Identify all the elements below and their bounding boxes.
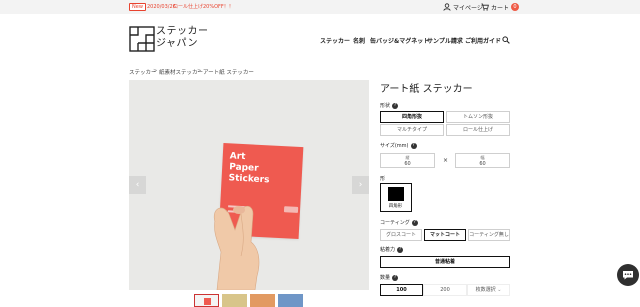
width-input[interactable]: 幅 60 xyxy=(455,153,510,168)
help-icon[interactable]: ? xyxy=(392,274,399,281)
coating-option-gloss[interactable]: グロスコート xyxy=(380,229,422,241)
quantity-option-200[interactable]: 200 xyxy=(423,284,467,296)
nav-item-sample-request[interactable]: サンプル請求 xyxy=(427,36,463,45)
form-option-square[interactable]: 四角形 xyxy=(380,183,412,212)
thumbnail-3[interactable] xyxy=(250,294,275,307)
mypage-label: マイページ xyxy=(453,4,483,12)
logo-line-1: ステッカー xyxy=(156,26,209,37)
help-icon[interactable]: ? xyxy=(397,246,404,253)
breadcrumb-current: アート紙 ステッカー xyxy=(203,70,254,76)
form-label-text: 形 xyxy=(380,176,386,182)
shape-section-label: 形状 ? xyxy=(380,102,399,109)
quantity-select-dropdown[interactable]: 枚数選択 ⌄ xyxy=(467,284,510,296)
chat-bubble-icon xyxy=(623,271,633,280)
breadcrumb-separator: > xyxy=(153,68,158,74)
quantity-option-100[interactable]: 100 xyxy=(380,284,423,296)
size-label-text: サイズ(mm) xyxy=(380,143,409,149)
form-option-caption: 四角形 xyxy=(388,204,403,209)
news-date: 2020/03/26 xyxy=(147,4,176,10)
cart-link[interactable]: カート 0 xyxy=(481,2,520,12)
times-sign: × xyxy=(443,157,449,164)
nav-item-business-card[interactable]: 名刺 xyxy=(353,36,365,45)
announcement-bar: New 2020/03/26 ロール仕上げ20%OFF！！ マイページ カート … xyxy=(0,0,640,14)
nav-item-sticker[interactable]: ステッカー xyxy=(320,36,350,45)
shape-option-square-cut[interactable]: 四角形抜 xyxy=(380,111,444,123)
product-title: アート紙 ステッカー xyxy=(380,84,473,95)
coating-option-none[interactable]: コーティング無し xyxy=(468,229,510,241)
shape-label-text: 形状 xyxy=(380,103,391,109)
logo-wordmark: ステッカー ジャパン xyxy=(156,26,209,50)
chevron-down-icon: ⌄ xyxy=(497,287,502,293)
adhesive-section-label: 粘着力 ? xyxy=(380,246,404,253)
gallery-next-button[interactable]: › xyxy=(352,176,369,194)
cart-count-badge: 0 xyxy=(511,3,520,11)
thumbnail-1[interactable] xyxy=(194,294,219,307)
help-icon[interactable]: ? xyxy=(411,219,418,226)
height-input[interactable]: 縦 60 xyxy=(380,153,435,168)
square-shape-icon xyxy=(388,187,404,201)
hand-photo xyxy=(213,205,260,290)
breadcrumb-separator: > xyxy=(197,68,202,74)
shape-option-roll[interactable]: ロール仕上げ xyxy=(446,124,510,136)
quantity-label-text: 数量 xyxy=(380,275,391,281)
nav-item-guide[interactable]: ご利用ガイド xyxy=(465,36,501,45)
adhesive-option-normal[interactable]: 普通粘着 xyxy=(380,256,510,268)
news-badge: New xyxy=(129,3,146,11)
thumbnail-2[interactable] xyxy=(222,294,247,307)
height-field-value: 60 xyxy=(404,161,411,167)
form-section-label: 形 xyxy=(380,175,385,182)
adhesive-label-text: 粘着力 xyxy=(380,247,396,253)
news-link[interactable]: ロール仕上げ20%OFF！！ xyxy=(173,3,234,11)
search-icon[interactable] xyxy=(502,36,510,44)
nav-item-badge-magnet[interactable]: 缶バッジ&マグネット xyxy=(370,36,429,45)
cart-icon xyxy=(481,3,489,11)
help-icon[interactable]: ? xyxy=(410,142,417,149)
coating-option-matte[interactable]: マットコート xyxy=(424,229,466,241)
thumbnail-strip xyxy=(194,294,303,307)
quantity-select-label: 枚数選択 xyxy=(475,287,496,293)
thumbnail-4[interactable] xyxy=(278,294,303,307)
gallery-prev-button[interactable]: ‹ xyxy=(129,176,146,194)
size-section-label: サイズ(mm) ? xyxy=(380,142,417,149)
user-icon xyxy=(443,3,451,11)
shape-option-die-cut[interactable]: トムソン形抜 xyxy=(446,111,510,123)
coating-label-text: コーティング xyxy=(380,220,410,226)
coating-section-label: コーティング ? xyxy=(380,219,418,226)
help-icon[interactable]: ? xyxy=(392,102,399,109)
width-field-value: 60 xyxy=(479,161,486,167)
shape-option-multi-type[interactable]: マルチタイプ xyxy=(380,124,444,136)
chat-button[interactable] xyxy=(617,264,639,286)
logo-line-2: ジャパン xyxy=(156,38,198,49)
mypage-link[interactable]: マイページ xyxy=(443,2,483,12)
cart-label: カート xyxy=(491,4,510,12)
product-gallery: Art Paper Stickers ‹ › xyxy=(129,80,369,290)
quantity-section-label: 数量 ? xyxy=(380,274,399,281)
